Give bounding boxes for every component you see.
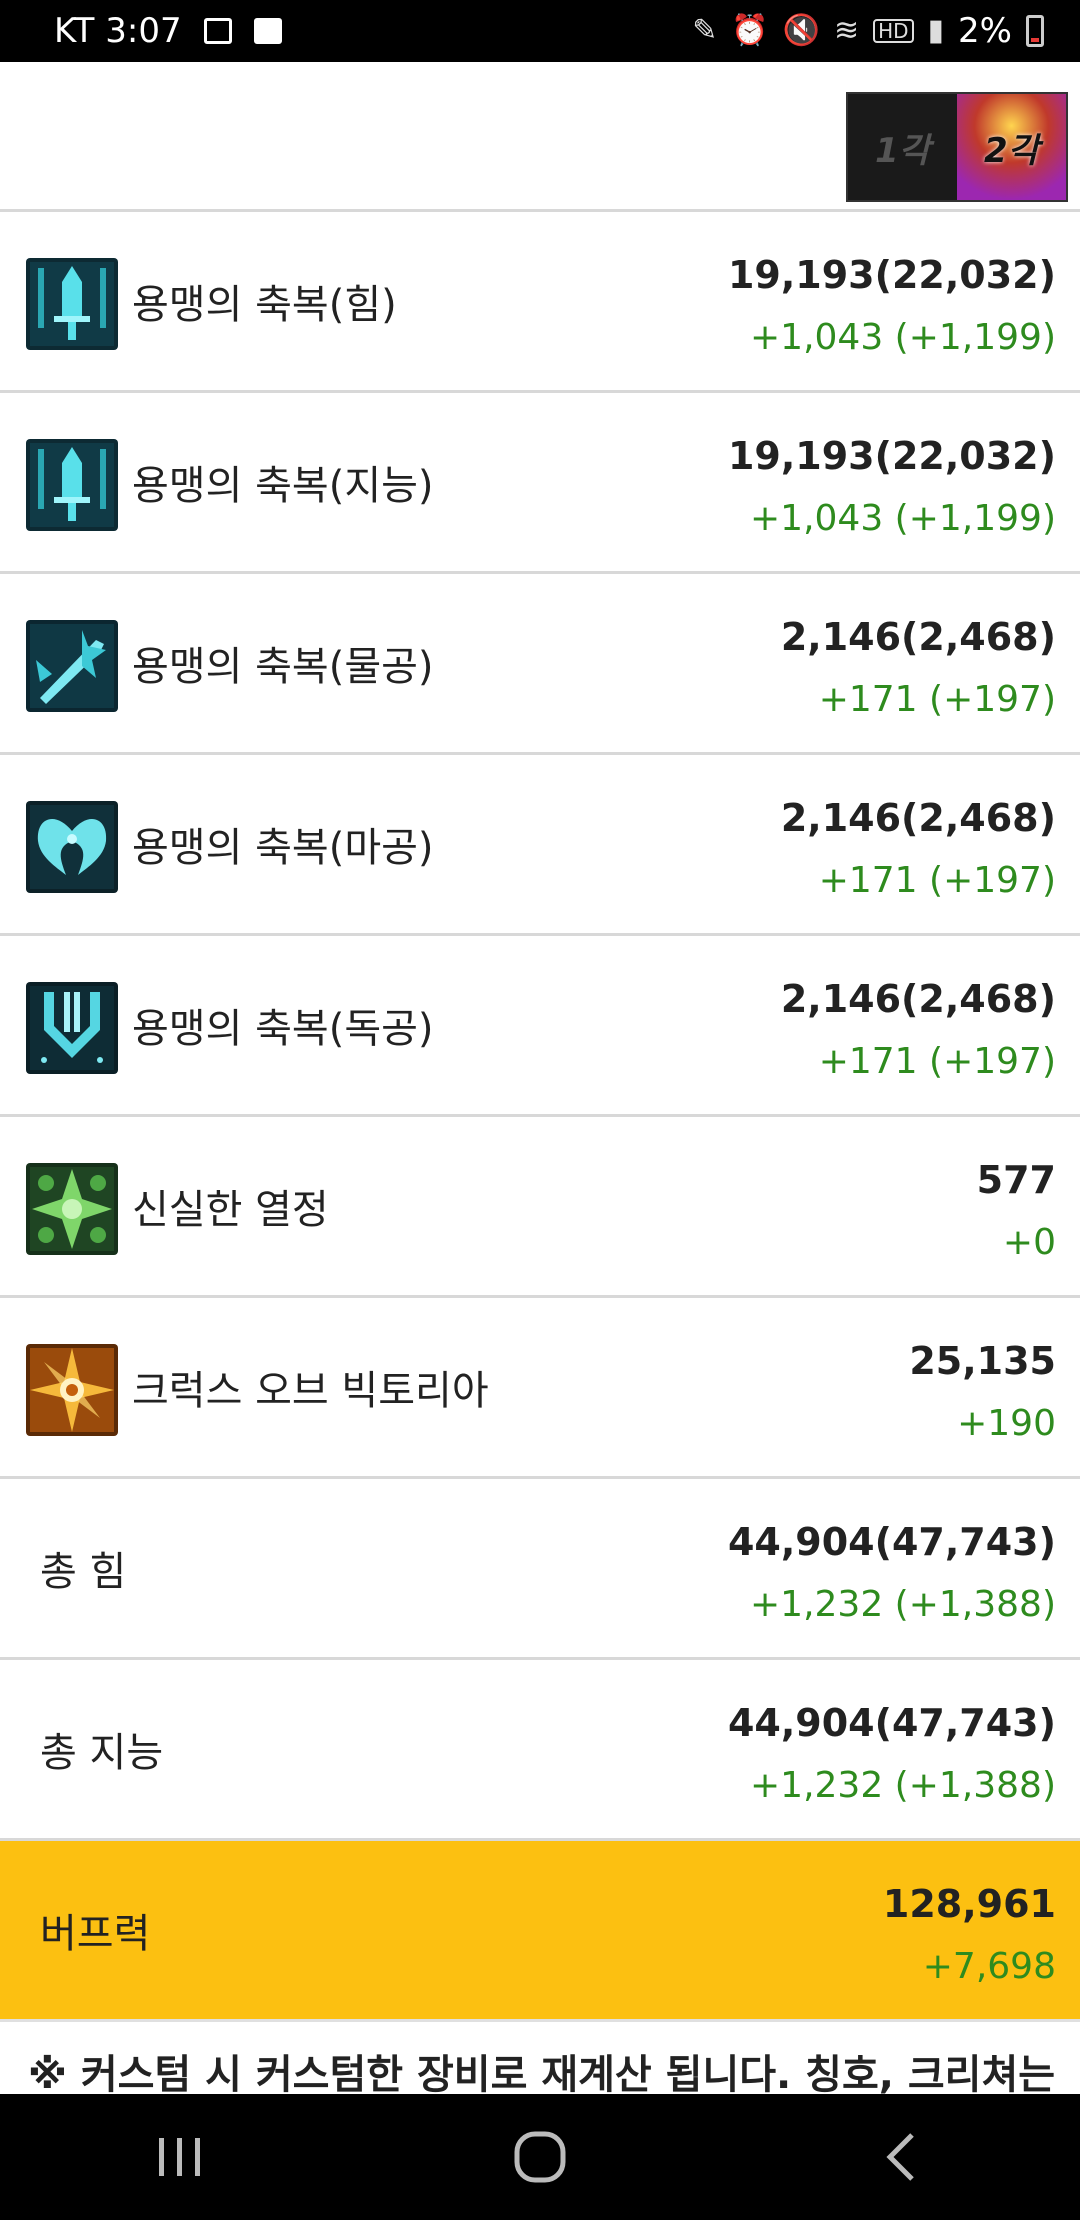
list-item: 용맹의 축복(물공) 2,146(2,468) +171 (+197) bbox=[0, 574, 1080, 755]
buff-value: 577 bbox=[976, 1158, 1056, 1202]
buff-increase: +171 (+197) bbox=[818, 1041, 1056, 1082]
buff-value: 25,135 bbox=[909, 1339, 1056, 1383]
wifi-icon: ≋ bbox=[833, 13, 860, 48]
status-bar: KT 3:07 ✎ ⏰ 🔇 ≋ HD ▮ 2% bbox=[0, 0, 1080, 62]
buff-increase: +0 bbox=[1002, 1222, 1056, 1263]
nav-bar bbox=[0, 2094, 1080, 2220]
back-icon[interactable] bbox=[840, 2107, 960, 2207]
total-value: 44,904(47,743) bbox=[727, 1520, 1056, 1564]
list-item: 용맹의 축복(독공) 2,146(2,468) +171 (+197) bbox=[0, 936, 1080, 1117]
custom-note: ※ 커스텀 시 커스텀한 장비로 재계산 됩니다. 칭호, 크리쳐는 bbox=[0, 2034, 1080, 2094]
buff-power-value: 128,961 bbox=[882, 1882, 1056, 1926]
awaken-toggle[interactable]: 1각 2각 bbox=[846, 92, 1068, 202]
buff-increase: +1,043 (+1,199) bbox=[750, 498, 1056, 539]
home-icon[interactable] bbox=[480, 2107, 600, 2207]
buff-increase: +171 (+197) bbox=[818, 679, 1056, 720]
top-header: 1각 2각 bbox=[0, 62, 1080, 212]
buff-value: 2,146(2,468) bbox=[780, 615, 1056, 659]
buff-value: 19,193(22,032) bbox=[727, 253, 1056, 297]
hd-icon: HD bbox=[873, 19, 914, 43]
buff-value: 2,146(2,468) bbox=[780, 977, 1056, 1021]
wings-icon bbox=[26, 801, 118, 893]
total-increase: +1,232 (+1,388) bbox=[750, 1584, 1056, 1625]
sword-blessing-icon bbox=[26, 439, 118, 531]
buff-increase: +171 (+197) bbox=[818, 860, 1056, 901]
buff-label: 용맹의 축복(독공) bbox=[132, 1006, 434, 1052]
total-value: 44,904(47,743) bbox=[727, 1701, 1056, 1745]
pen-icon: ✎ bbox=[692, 13, 718, 48]
list-item: 용맹의 축복(마공) 2,146(2,468) +171 (+197) bbox=[0, 755, 1080, 936]
buff-power-label: 버프력 bbox=[40, 1911, 151, 1957]
buff-value: 19,193(22,032) bbox=[727, 434, 1056, 478]
buff-label: 용맹의 축복(힘) bbox=[132, 282, 397, 328]
total-increase: +1,232 (+1,388) bbox=[750, 1765, 1056, 1806]
buff-label: 용맹의 축복(마공) bbox=[132, 825, 434, 871]
buff-table: 용맹의 축복(힘) 19,193(22,032) +1,043 (+1,199)… bbox=[0, 212, 1080, 2022]
total-int-row: 총 지능 44,904(47,743) +1,232 (+1,388) bbox=[0, 1660, 1080, 1841]
total-label: 총 지능 bbox=[40, 1730, 164, 1776]
buff-label: 신실한 열정 bbox=[132, 1187, 329, 1233]
buff-increase: +190 bbox=[957, 1403, 1056, 1444]
green-cross-icon bbox=[26, 1163, 118, 1255]
list-item: 크럭스 오브 빅토리아 25,135 +190 bbox=[0, 1298, 1080, 1479]
alarm-icon: ⏰ bbox=[731, 13, 769, 48]
buff-label: 용맹의 축복(물공) bbox=[132, 644, 434, 690]
crossed-sword-icon bbox=[26, 620, 118, 712]
mute-icon: 🔇 bbox=[782, 13, 820, 48]
list-item: 신실한 열정 577 +0 bbox=[0, 1117, 1080, 1298]
list-item: 용맹의 축복(지능) 19,193(22,032) +1,043 (+1,199… bbox=[0, 393, 1080, 574]
image-icon bbox=[203, 18, 232, 44]
buff-value: 2,146(2,468) bbox=[780, 796, 1056, 840]
total-label: 총 힘 bbox=[40, 1549, 127, 1595]
golden-cross-icon bbox=[26, 1344, 118, 1436]
list-item: 용맹의 축복(힘) 19,193(22,032) +1,043 (+1,199) bbox=[0, 212, 1080, 393]
shield-sparkle-icon bbox=[26, 982, 118, 1074]
buff-label: 용맹의 축복(지능) bbox=[132, 463, 434, 509]
recent-apps-icon[interactable] bbox=[120, 2107, 240, 2207]
buff-power-increase: +7,698 bbox=[922, 1946, 1056, 1987]
battery-percent: 2% bbox=[958, 11, 1012, 51]
buff-increase: +1,043 (+1,199) bbox=[750, 317, 1056, 358]
battery-icon bbox=[1026, 15, 1044, 47]
awaken-1-button[interactable]: 1각 bbox=[848, 94, 957, 200]
checkbox-icon bbox=[253, 18, 282, 44]
buff-power-row: 버프력 128,961 +7,698 bbox=[0, 1841, 1080, 2022]
note-text: ※ 커스텀 시 커스텀한 장비로 재계산 됩니다. 칭호, 크리쳐는 bbox=[28, 2052, 1056, 2094]
sword-blessing-icon bbox=[26, 258, 118, 350]
total-str-row: 총 힘 44,904(47,743) +1,232 (+1,388) bbox=[0, 1479, 1080, 1660]
awaken-2-button[interactable]: 2각 bbox=[957, 94, 1066, 200]
carrier-time: KT 3:07 bbox=[54, 11, 182, 51]
signal-icon: ▮ bbox=[927, 13, 945, 48]
buff-label: 크럭스 오브 빅토리아 bbox=[132, 1368, 489, 1414]
